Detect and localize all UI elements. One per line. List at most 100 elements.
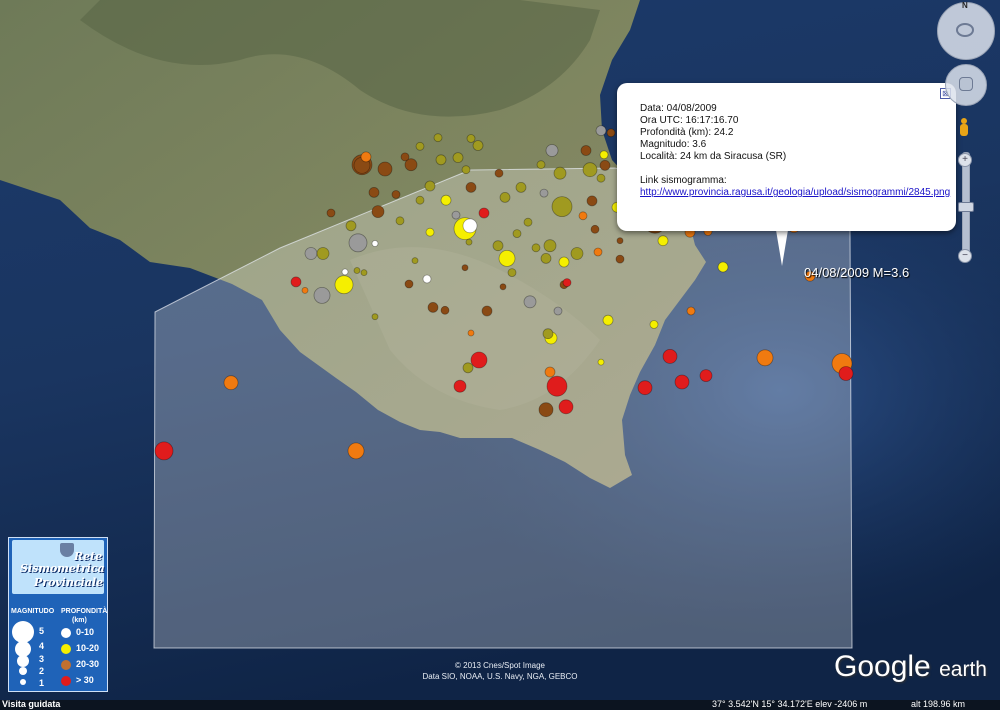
guided-tour-button[interactable]: Visita guidata <box>2 699 60 709</box>
earthquake-marker[interactable] <box>470 351 488 369</box>
earthquake-marker[interactable] <box>462 218 478 234</box>
pan-control[interactable] <box>945 64 987 106</box>
earthquake-marker[interactable] <box>499 283 507 291</box>
earthquake-marker[interactable] <box>440 305 450 315</box>
earthquake-marker[interactable] <box>462 362 474 374</box>
earthquake-marker[interactable] <box>596 173 606 183</box>
earthquake-marker[interactable] <box>540 252 552 264</box>
earthquake-marker[interactable] <box>551 196 573 218</box>
earthquake-marker[interactable] <box>586 195 598 207</box>
earthquake-marker[interactable] <box>404 279 414 289</box>
earthquake-marker[interactable] <box>615 254 625 264</box>
earthquake-marker[interactable] <box>523 295 537 309</box>
earthquake-marker[interactable] <box>544 366 556 378</box>
earthquake-marker[interactable] <box>411 257 419 265</box>
earthquake-marker[interactable] <box>461 264 469 272</box>
zoom-out-button[interactable]: − <box>958 249 972 263</box>
earthquake-marker[interactable] <box>453 379 467 393</box>
earthquake-marker[interactable] <box>316 247 330 260</box>
earthquake-marker[interactable] <box>478 207 490 219</box>
earthquake-marker[interactable] <box>377 161 393 177</box>
earthquake-marker[interactable] <box>546 375 568 397</box>
earthquake-marker[interactable] <box>395 216 405 226</box>
earthquake-marker[interactable] <box>465 181 477 193</box>
earthquake-marker[interactable] <box>481 305 493 317</box>
earthquake-marker[interactable] <box>558 256 570 268</box>
earthquake-marker[interactable] <box>595 125 607 137</box>
earthquake-marker[interactable] <box>371 240 379 247</box>
earthquake-marker[interactable] <box>649 320 659 329</box>
earthquake-marker[interactable] <box>424 180 436 192</box>
earthquake-marker[interactable] <box>558 399 574 415</box>
earthquake-marker[interactable] <box>536 160 546 170</box>
earthquake-marker[interactable] <box>400 152 410 162</box>
seismogram-link[interactable]: http://www.provincia.ragusa.it/geologia/… <box>640 187 950 198</box>
zoom-handle[interactable] <box>958 202 974 212</box>
earthquake-marker[interactable] <box>467 329 475 337</box>
earthquake-marker[interactable] <box>345 220 357 232</box>
earthquake-marker[interactable] <box>597 358 605 366</box>
earthquake-marker[interactable] <box>451 210 461 220</box>
earthquake-marker[interactable] <box>371 205 385 219</box>
earthquake-marker[interactable] <box>425 227 435 237</box>
earthquake-marker[interactable] <box>662 348 678 364</box>
earthquake-marker[interactable] <box>334 275 354 295</box>
earthquake-marker[interactable] <box>465 238 473 246</box>
earthquake-marker[interactable] <box>606 128 616 138</box>
earthquake-marker[interactable] <box>452 152 464 164</box>
earthquake-marker[interactable] <box>326 208 336 218</box>
earthquake-marker[interactable] <box>466 134 476 143</box>
earthquake-marker[interactable] <box>515 181 527 193</box>
earthquake-marker[interactable] <box>494 168 504 178</box>
earthquake-marker[interactable] <box>553 166 567 180</box>
earthquake-marker[interactable] <box>523 217 533 227</box>
earthquake-marker[interactable] <box>290 276 302 288</box>
earthquake-marker[interactable] <box>304 247 318 260</box>
earthquake-marker[interactable] <box>539 188 549 198</box>
zoom-in-button[interactable]: + <box>958 153 972 167</box>
earthquake-marker[interactable] <box>580 145 592 156</box>
earthquake-marker[interactable] <box>531 243 541 253</box>
earthquake-marker[interactable] <box>570 247 584 260</box>
earthquake-marker[interactable] <box>360 151 372 163</box>
earthquake-marker[interactable] <box>341 268 349 276</box>
earthquake-marker[interactable] <box>415 195 425 205</box>
earthquake-marker[interactable] <box>440 194 452 206</box>
earthquake-marker[interactable] <box>472 140 484 151</box>
earthquake-marker[interactable] <box>674 374 690 390</box>
earthquake-marker[interactable] <box>371 313 379 321</box>
earthquake-marker[interactable] <box>301 286 309 294</box>
earthquake-marker[interactable] <box>512 229 522 239</box>
earthquake-marker[interactable] <box>602 314 614 326</box>
earthquake-marker[interactable] <box>717 261 729 273</box>
earthquake-marker[interactable] <box>507 268 517 278</box>
street-view-icon[interactable] <box>959 118 969 140</box>
earthquake-marker[interactable] <box>582 162 598 178</box>
compass-control[interactable]: N <box>937 1 995 60</box>
earthquake-marker[interactable] <box>590 224 600 234</box>
earthquake-marker[interactable] <box>492 240 504 252</box>
earthquake-marker[interactable] <box>353 267 361 274</box>
earthquake-marker[interactable] <box>686 306 696 316</box>
earthquake-marker[interactable] <box>415 141 425 151</box>
earthquake-marker[interactable] <box>616 237 624 245</box>
earthquake-marker[interactable] <box>545 144 559 157</box>
earthquake-marker[interactable] <box>427 301 439 313</box>
earthquake-marker[interactable] <box>699 369 713 383</box>
earthquake-marker[interactable] <box>553 306 563 316</box>
earthquake-marker[interactable] <box>498 249 516 267</box>
earthquake-marker[interactable] <box>538 402 554 418</box>
earthquake-marker[interactable] <box>223 375 239 391</box>
earthquake-marker[interactable] <box>360 269 368 277</box>
earthquake-marker[interactable] <box>435 154 447 166</box>
earthquake-marker[interactable] <box>542 328 554 340</box>
earthquake-marker[interactable] <box>599 159 611 171</box>
earthquake-marker[interactable] <box>499 191 511 203</box>
earthquake-marker[interactable] <box>637 380 653 396</box>
earthquake-marker[interactable] <box>578 211 588 221</box>
earthquake-marker[interactable] <box>348 233 368 253</box>
earthquake-marker[interactable] <box>562 278 572 288</box>
earthquake-marker[interactable] <box>593 247 603 257</box>
earthquake-marker[interactable] <box>391 190 401 199</box>
earthquake-marker[interactable] <box>422 274 432 284</box>
